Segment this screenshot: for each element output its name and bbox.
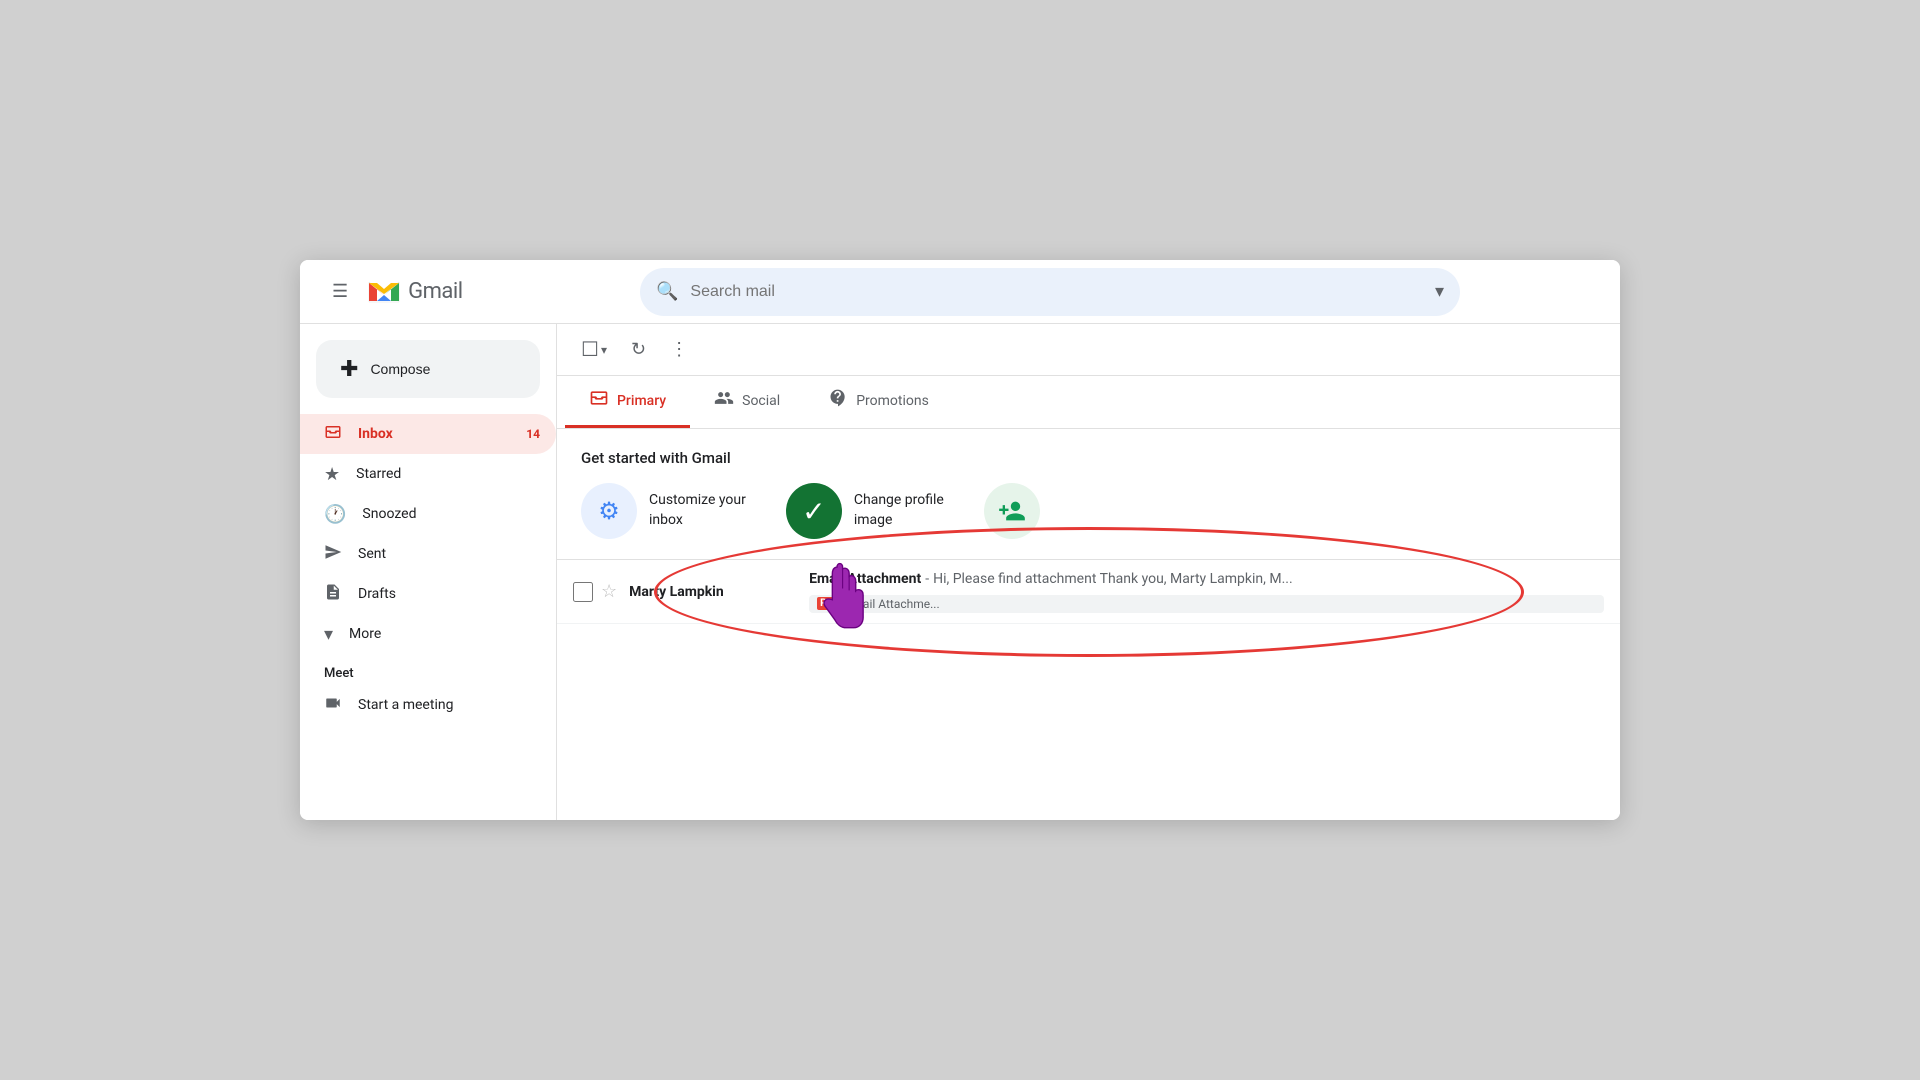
tab-primary[interactable]: Primary: [565, 376, 690, 428]
search-icon: 🔍: [656, 281, 678, 302]
attachment-filename: Email Attachme...: [846, 597, 940, 611]
gmail-window: ☰ Gm: [300, 260, 1620, 820]
toolbar: ☐ ▾ ↻ ⋮: [557, 324, 1620, 376]
email-row-wrapper: ☆ Marty Lampkin Email Attachment - Hi, P…: [557, 560, 1620, 624]
inbox-label: Inbox: [358, 426, 393, 442]
get-started-title: Get started with Gmail: [581, 449, 1596, 467]
search-input[interactable]: [690, 283, 1423, 301]
inbox-icon: [324, 423, 342, 446]
sent-label: Sent: [358, 546, 386, 562]
more-chevron-icon: ▾: [324, 624, 333, 645]
snoozed-label: Snoozed: [362, 506, 416, 522]
refresh-button[interactable]: ↻: [623, 331, 654, 368]
primary-tab-icon: [589, 388, 609, 413]
sent-icon: [324, 543, 342, 566]
content-area: ☐ ▾ ↻ ⋮ Primary Social: [556, 324, 1620, 820]
select-all-button[interactable]: ☐ ▾: [573, 329, 615, 370]
sidebar: ✚ Compose Inbox 14 ★ Starred 🕐 Snoozed: [300, 324, 556, 820]
add-people-icon: [984, 483, 1040, 539]
email-attachment-badge: PDF Email Attachme...: [809, 595, 1604, 613]
tab-primary-label: Primary: [617, 393, 666, 409]
gmail-logo: Gmail: [364, 272, 462, 312]
profile-label: Change profileimage: [854, 491, 944, 530]
gs-item-add-people[interactable]: [984, 483, 1040, 539]
snoozed-icon: 🕐: [324, 504, 346, 525]
search-dropdown-icon[interactable]: ▾: [1435, 281, 1444, 302]
more-options-button[interactable]: ⋮: [662, 331, 696, 368]
menu-button[interactable]: ☰: [324, 273, 356, 310]
email-dash: -: [925, 571, 929, 587]
sidebar-item-sent[interactable]: Sent: [300, 534, 556, 574]
sidebar-item-more[interactable]: ▾ More: [300, 614, 556, 654]
compose-button[interactable]: ✚ Compose: [316, 340, 540, 398]
email-body: Email Attachment - Hi, Please find attac…: [809, 571, 1604, 613]
inbox-badge: 14: [526, 427, 540, 441]
header-left: ☰ Gm: [324, 272, 624, 312]
dropdown-arrow-icon: ▾: [601, 343, 607, 357]
drafts-label: Drafts: [358, 586, 396, 602]
start-meeting-label: Start a meeting: [358, 697, 453, 713]
email-subject: Email Attachment: [809, 571, 921, 587]
compose-plus-icon: ✚: [340, 356, 358, 382]
gs-item-customize[interactable]: ⚙ Customize yourinbox: [581, 483, 746, 539]
checkbox-icon: ☐: [581, 337, 599, 362]
sidebar-item-starred[interactable]: ★ Starred: [300, 454, 556, 494]
sidebar-item-snoozed[interactable]: 🕐 Snoozed: [300, 494, 556, 534]
tab-promotions[interactable]: Promotions: [804, 376, 953, 428]
video-icon: [324, 694, 342, 717]
social-tab-icon: [714, 388, 734, 413]
sidebar-item-inbox[interactable]: Inbox 14: [300, 414, 556, 454]
table-row[interactable]: ☆ Marty Lampkin Email Attachment - Hi, P…: [557, 560, 1620, 624]
inbox-tabs: Primary Social Promotions: [557, 376, 1620, 429]
tab-social[interactable]: Social: [690, 376, 804, 428]
email-sender: Marty Lampkin: [629, 584, 809, 600]
promotions-tab-icon: [828, 388, 848, 413]
email-preview: Hi, Please find attachment Thank you, Ma…: [933, 571, 1293, 587]
email-subject-line: Email Attachment - Hi, Please find attac…: [809, 571, 1604, 587]
drafts-icon: [324, 583, 342, 606]
customize-label: Customize yourinbox: [649, 491, 746, 530]
main-layout: ✚ Compose Inbox 14 ★ Starred 🕐 Snoozed: [300, 324, 1620, 820]
header: ☰ Gm: [300, 260, 1620, 324]
star-icon[interactable]: ☆: [601, 581, 617, 602]
sidebar-item-start-meeting[interactable]: Start a meeting: [300, 685, 556, 725]
gmail-logo-icon: [364, 272, 404, 312]
profile-checkmark-icon: ✓: [786, 483, 842, 539]
tab-social-label: Social: [742, 393, 780, 409]
search-bar: 🔍 ▾: [640, 268, 1460, 316]
gs-item-profile[interactable]: ✓ Change profileimage: [786, 483, 944, 539]
get-started-banner: Get started with Gmail ⚙ Customize youri…: [557, 429, 1620, 560]
tab-promotions-label: Promotions: [856, 393, 929, 409]
email-list: ☆ Marty Lampkin Email Attachment - Hi, P…: [557, 560, 1620, 820]
customize-icon: ⚙: [581, 483, 637, 539]
meet-section-label: Meet: [300, 654, 556, 685]
pdf-icon: PDF: [817, 597, 841, 610]
compose-label: Compose: [370, 361, 430, 377]
email-checkbox[interactable]: [573, 582, 593, 602]
gmail-title: Gmail: [408, 279, 462, 304]
more-label: More: [349, 626, 381, 642]
sidebar-item-drafts[interactable]: Drafts: [300, 574, 556, 614]
starred-icon: ★: [324, 464, 340, 485]
get-started-items: ⚙ Customize yourinbox ✓ Change profileim…: [581, 483, 1596, 539]
starred-label: Starred: [356, 466, 401, 482]
